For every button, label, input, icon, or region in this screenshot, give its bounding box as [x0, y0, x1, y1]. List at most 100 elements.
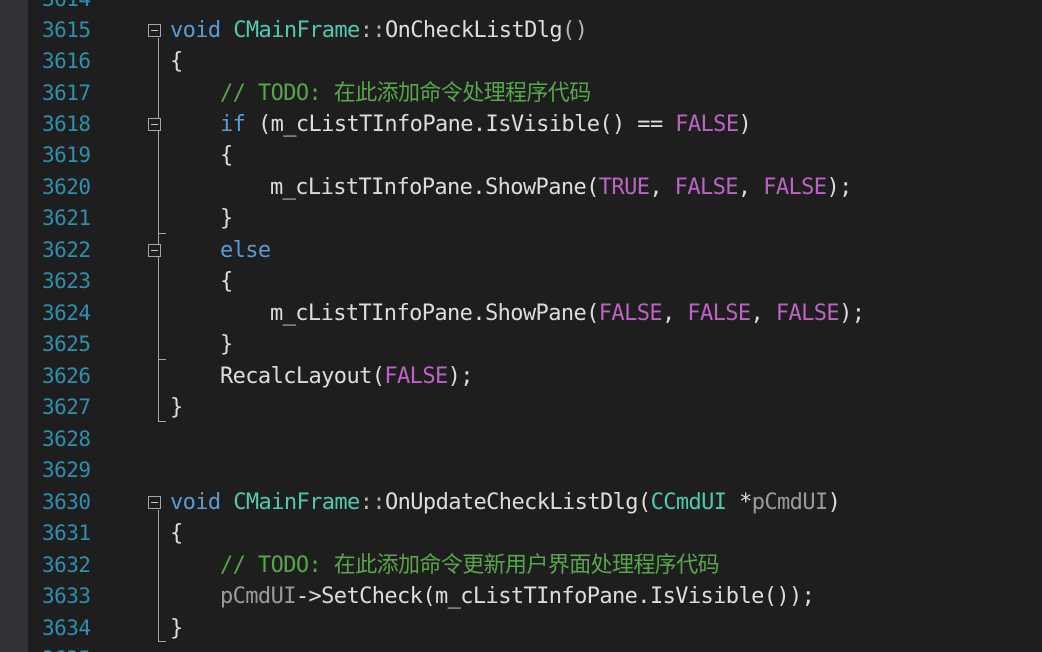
- brace: }: [220, 332, 233, 357]
- code-text[interactable]: }: [220, 329, 233, 360]
- collapse-else-block-icon[interactable]: [148, 244, 161, 257]
- code-line[interactable]: 3623 {: [0, 266, 1042, 297]
- code-line[interactable]: 3617 // TODO: 在此添加命令处理程序代码: [0, 78, 1042, 109]
- parameter: pCmdUI: [751, 490, 828, 515]
- code-text[interactable]: {: [220, 140, 233, 171]
- line-number: 3614: [42, 0, 91, 15]
- code-fragment: );: [447, 364, 474, 389]
- code-text[interactable]: }: [170, 392, 183, 423]
- code-text[interactable]: void CMainFrame::OnCheckListDlg(): [170, 15, 588, 46]
- code-fragment: ): [738, 112, 752, 137]
- brace: {: [220, 143, 233, 168]
- code-fragment: );: [826, 175, 852, 200]
- code-fragment: RecalcLayout(: [220, 364, 385, 389]
- macro: FALSE: [674, 175, 739, 200]
- code-text[interactable]: m_cListTInfoPane.ShowPane(FALSE, FALSE, …: [270, 298, 865, 329]
- code-line[interactable]: 3631 {: [0, 518, 1042, 549]
- outline-guide-end: [158, 641, 166, 642]
- code-text[interactable]: {: [170, 518, 183, 549]
- code-fragment: *: [726, 490, 752, 515]
- macro: TRUE: [598, 175, 650, 200]
- brace: {: [170, 49, 183, 74]
- line-number: 3621: [42, 206, 91, 230]
- code-line[interactable]: 3625 }: [0, 329, 1042, 360]
- code-text[interactable]: else: [220, 235, 271, 266]
- code-line[interactable]: 3635: [0, 644, 1042, 652]
- code-editor[interactable]: 3614 3615 void CMainFrame::OnCheckListDl…: [0, 0, 1042, 652]
- code-fragment: );: [839, 301, 865, 326]
- code-text[interactable]: // TODO: 在此添加命令更新用户界面处理程序代码: [220, 550, 720, 581]
- line-number: 3615: [42, 18, 91, 42]
- code-line[interactable]: 3627 }: [0, 392, 1042, 423]
- function-name: OnUpdateCheckListDlg(: [385, 490, 651, 515]
- line-number: 3623: [42, 269, 91, 293]
- macro: FALSE: [763, 175, 827, 200]
- macro: FALSE: [384, 364, 448, 389]
- line-number: 3619: [42, 143, 91, 167]
- function-name: OnCheckListDlg: [385, 18, 563, 43]
- code-line[interactable]: 3620 m_cListTInfoPane.ShowPane(TRUE, FAL…: [0, 172, 1042, 203]
- code-text[interactable]: m_cListTInfoPane.ShowPane(TRUE, FALSE, F…: [270, 172, 852, 203]
- keyword: if: [220, 112, 246, 137]
- code-text[interactable]: {: [170, 46, 183, 77]
- code-fragment: (m_cListTInfoPane.IsVisible() ==: [245, 112, 676, 137]
- code-line[interactable]: 3614: [0, 0, 1042, 15]
- line-number: 3633: [42, 584, 91, 608]
- collapse-function-icon[interactable]: [148, 496, 161, 509]
- code-text[interactable]: {: [220, 266, 233, 297]
- code-line[interactable]: 3626 RecalcLayout(FALSE);: [0, 361, 1042, 392]
- code-line[interactable]: 3616 {: [0, 46, 1042, 77]
- keyword: void: [170, 490, 221, 515]
- scope-operator: ::: [359, 18, 386, 43]
- line-number: 3629: [42, 458, 91, 482]
- line-number: 3634: [42, 616, 91, 640]
- macro: FALSE: [598, 301, 663, 326]
- code-fragment: ,: [737, 175, 764, 200]
- line-number: 3624: [42, 301, 91, 325]
- line-number: 3631: [42, 521, 91, 545]
- keyword: else: [220, 238, 271, 263]
- class-name: CCmdUI: [650, 490, 727, 515]
- line-number: 3632: [42, 553, 91, 577]
- line-number: 3626: [42, 364, 91, 388]
- code-text[interactable]: RecalcLayout(FALSE);: [220, 361, 474, 392]
- code-line[interactable]: 3633 pCmdUI->SetCheck(m_cListTInfoPane.I…: [0, 581, 1042, 612]
- brace: }: [170, 616, 183, 641]
- line-number: 3628: [42, 427, 91, 451]
- code-fragment: ,: [662, 301, 688, 326]
- code-line[interactable]: 3619 {: [0, 140, 1042, 171]
- code-line[interactable]: 3628: [0, 424, 1042, 455]
- macro: FALSE: [675, 112, 739, 137]
- class-name: CMainFrame: [233, 18, 360, 43]
- code-text[interactable]: void CMainFrame::OnUpdateCheckListDlg(CC…: [170, 487, 841, 518]
- code-text[interactable]: }: [170, 613, 183, 644]
- code-line[interactable]: 3634 }: [0, 613, 1042, 644]
- code-line[interactable]: 3632 // TODO: 在此添加命令更新用户界面处理程序代码: [0, 550, 1042, 581]
- code-line[interactable]: 3624 m_cListTInfoPane.ShowPane(FALSE, FA…: [0, 298, 1042, 329]
- code-fragment: m_cListTInfoPane.ShowPane(: [270, 175, 599, 200]
- code-text[interactable]: // TODO: 在此添加命令处理程序代码: [220, 78, 591, 109]
- code-line[interactable]: 3629: [0, 455, 1042, 486]
- outline-guide-end: [158, 421, 166, 422]
- line-number: 3627: [42, 395, 91, 419]
- brace: {: [220, 269, 233, 294]
- code-text[interactable]: pCmdUI->SetCheck(m_cListTInfoPane.IsVisi…: [220, 581, 815, 612]
- code-line[interactable]: 3621 }: [0, 203, 1042, 234]
- line-number: 3630: [42, 490, 91, 514]
- code-text[interactable]: }: [220, 203, 233, 234]
- comment: // TODO: 在此添加命令更新用户界面处理程序代码: [220, 553, 720, 578]
- line-number: 3620: [42, 175, 91, 199]
- code-fragment: ,: [750, 301, 776, 326]
- code-fragment: ): [827, 490, 841, 515]
- outline-guide-end: [158, 359, 166, 360]
- line-number: 3635: [42, 644, 91, 652]
- collapse-function-icon[interactable]: [148, 24, 161, 37]
- outline-guide: [158, 510, 159, 642]
- line-number: 3617: [42, 81, 91, 105]
- collapse-if-block-icon[interactable]: [148, 118, 161, 131]
- brace: }: [170, 395, 183, 420]
- line-number: 3616: [42, 49, 91, 73]
- line-number: 3622: [42, 238, 91, 262]
- code-text[interactable]: if (m_cListTInfoPane.IsVisible() == FALS…: [220, 109, 752, 140]
- code-fragment: ,: [649, 175, 675, 200]
